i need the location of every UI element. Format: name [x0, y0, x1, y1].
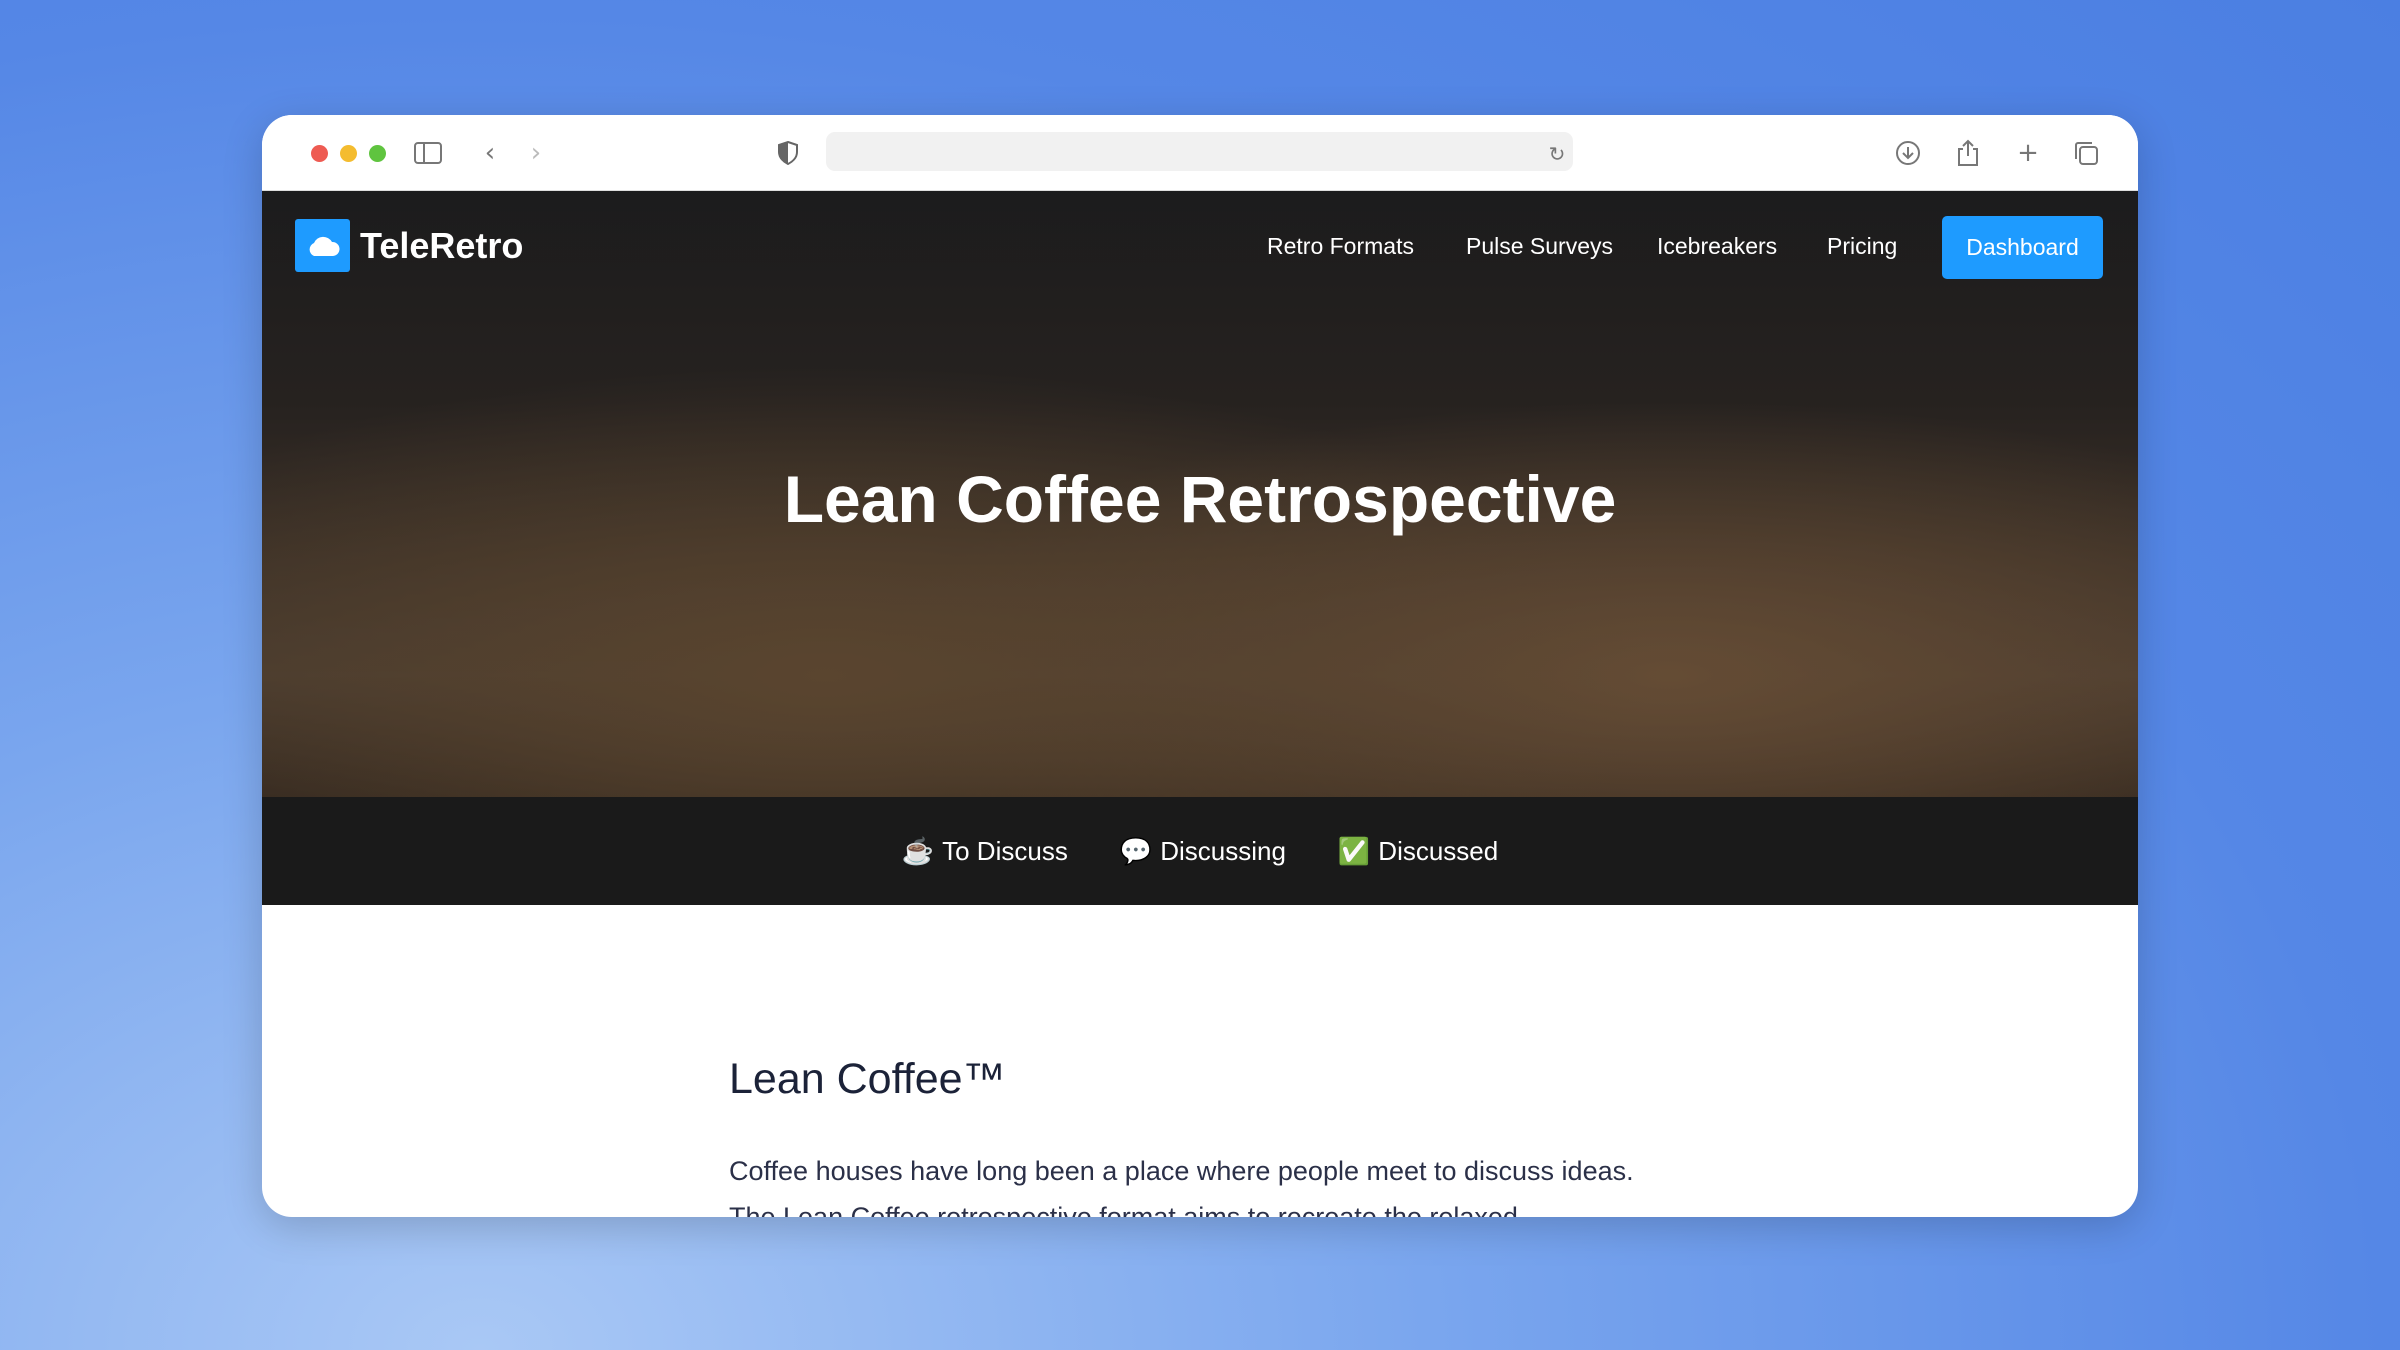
legend-label: Discussed [1378, 835, 1499, 866]
check-icon: ✅ [1337, 835, 1371, 866]
coffee-icon: ☕ [901, 835, 935, 866]
page-title: Lean Coffee Retrospective [783, 462, 1617, 536]
legend-discussing: 💬 Discussing [1120, 836, 1286, 867]
section-paragraph: Coffee houses have long been a place whe… [729, 1156, 1634, 1217]
nav-pricing[interactable]: Pricing [1827, 233, 1897, 260]
brand-logo[interactable]: TeleRetro [295, 219, 523, 272]
sidebar-icon[interactable] [412, 137, 444, 169]
cloud-icon [295, 219, 350, 272]
close-window-button[interactable] [311, 145, 328, 162]
zoom-window-button[interactable] [369, 145, 386, 162]
legend-label: To Discuss [942, 835, 1068, 866]
browser-toolbar: ‹ › ↻ + [262, 115, 2138, 191]
speech-bubble-icon: 💬 [1119, 835, 1153, 866]
back-icon[interactable]: ‹ [474, 137, 506, 169]
forward-icon[interactable]: › [520, 137, 552, 169]
nav-retro-formats[interactable]: Retro Formats [1267, 233, 1414, 260]
new-tab-icon[interactable]: + [2012, 137, 2044, 169]
hero-banner: TeleRetro Retro Formats Pulse Surveys Ic… [262, 191, 2138, 797]
article: Lean Coffee™ Coffee houses have long bee… [729, 1055, 1669, 1217]
download-icon[interactable] [1892, 137, 1924, 169]
minimize-window-button[interactable] [340, 145, 357, 162]
shield-icon[interactable] [772, 137, 804, 169]
dashboard-button[interactable]: Dashboard [1942, 216, 2103, 279]
column-legend: ☕ To Discuss 💬 Discussing ✅ Discussed [262, 797, 2138, 905]
address-bar[interactable] [826, 132, 1573, 171]
brand-name: TeleRetro [360, 224, 524, 266]
nav-pulse-surveys[interactable]: Pulse Surveys [1466, 233, 1613, 260]
legend-to-discuss: ☕ To Discuss [902, 836, 1068, 867]
legend-discussed: ✅ Discussed [1338, 836, 1498, 867]
legend-label: Discussing [1160, 835, 1286, 866]
browser-window: ‹ › ↻ + TeleRetro Retro Formats Pulse Su… [262, 115, 2138, 1217]
share-icon[interactable] [1952, 137, 1984, 169]
tabs-icon[interactable] [2070, 137, 2102, 169]
section-heading: Lean Coffee™ [729, 1055, 1006, 1103]
nav-icebreakers[interactable]: Icebreakers [1657, 233, 1777, 260]
reload-icon[interactable]: ↻ [1541, 138, 1573, 170]
